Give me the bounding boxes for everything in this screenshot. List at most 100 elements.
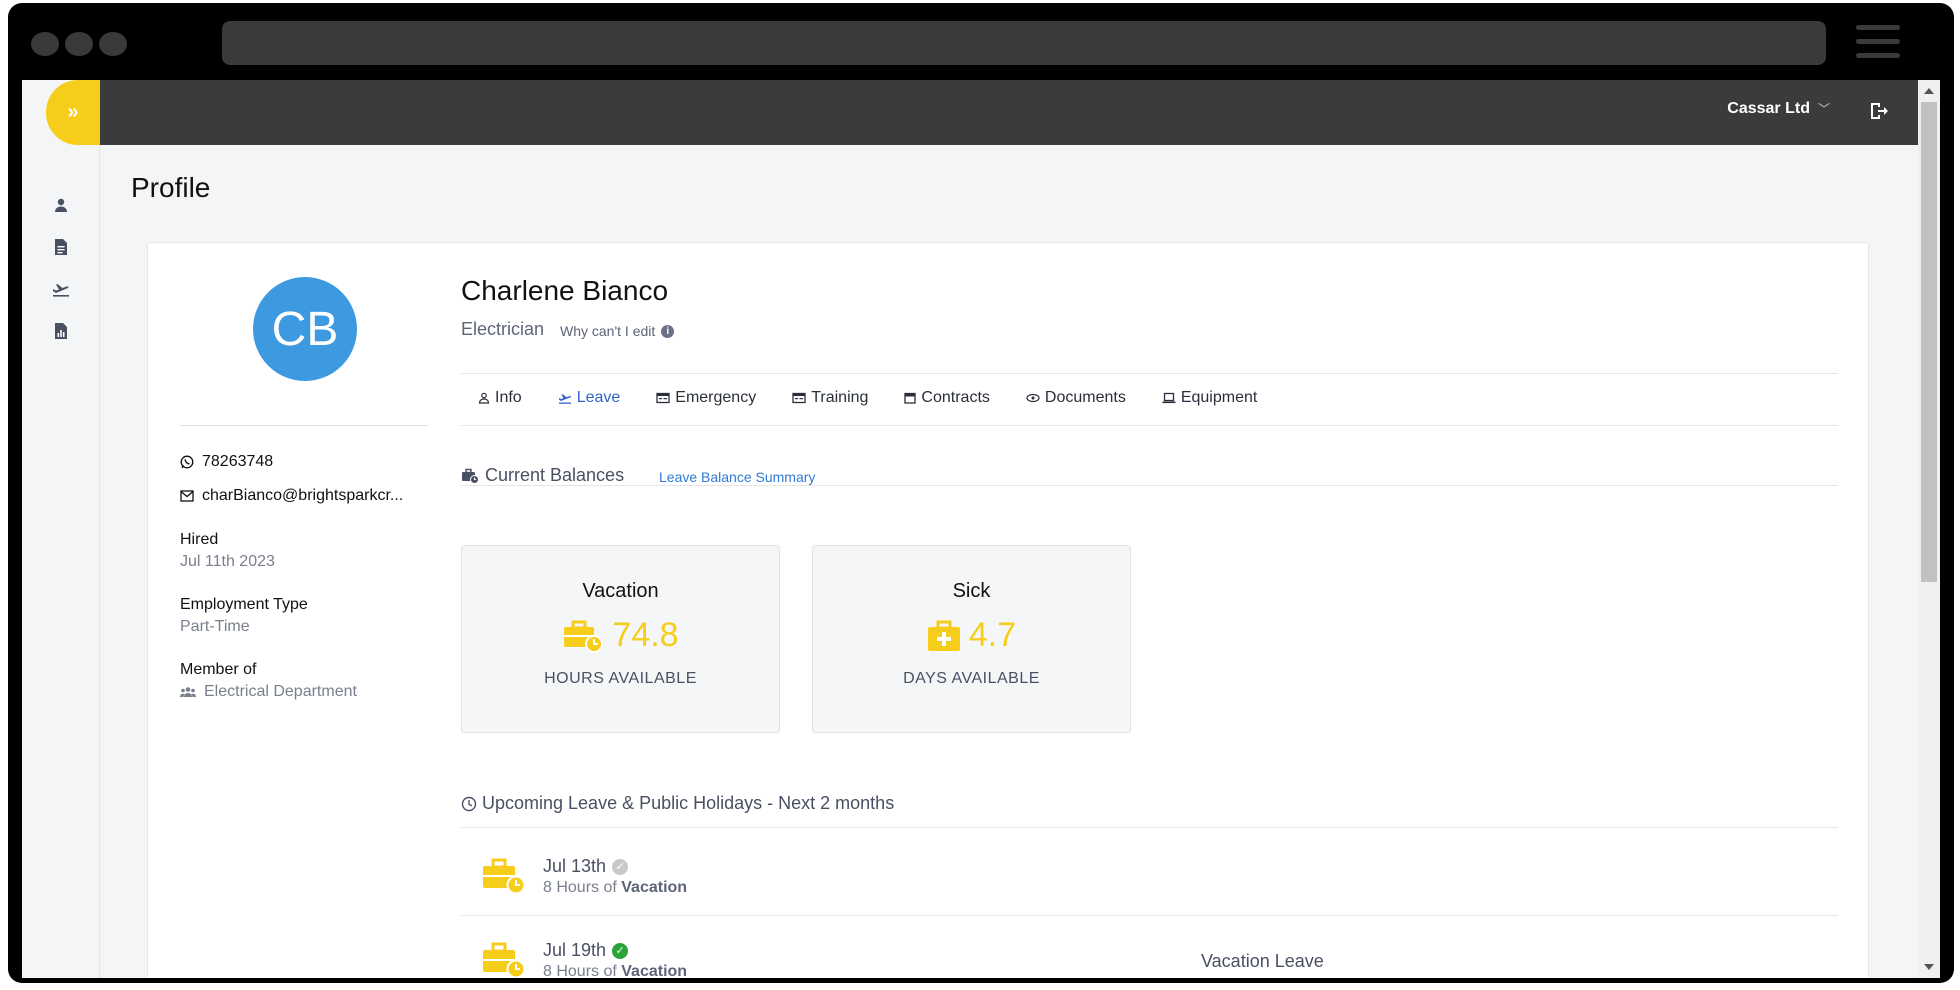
briefcase-clock-icon <box>462 468 479 484</box>
tile-value: 74.8 <box>612 616 679 654</box>
briefcase-clock-icon <box>483 858 526 895</box>
sick-balance-tile: Sick 4.7 DAYS AVAILABLE <box>812 545 1131 733</box>
sidebar: » <box>22 80 100 978</box>
mail-icon <box>180 490 194 502</box>
employee-name: Charlene Bianco <box>461 275 669 306</box>
chevron-down-icon: ﹀ <box>1817 102 1830 116</box>
tab-emergency[interactable]: Emergency <box>656 389 756 407</box>
tab-label: Emergency <box>675 389 757 406</box>
tab-label: Leave <box>576 389 621 406</box>
upcoming-leave-heading: Upcoming Leave & Public Holidays - Next … <box>461 793 894 814</box>
calendar-icon <box>904 392 917 404</box>
tab-equipment[interactable]: Equipment <box>1162 389 1257 407</box>
scroll-up-arrow-icon[interactable] <box>1924 88 1934 94</box>
page-title: Profile <box>131 172 211 203</box>
tab-label: Documents <box>1044 389 1126 406</box>
window-dot <box>99 32 127 56</box>
leave-type: Vacation <box>621 963 688 978</box>
member-of-row: Electrical Department <box>180 683 357 701</box>
id-card-icon <box>792 392 806 404</box>
tab-contracts[interactable]: Contracts <box>904 389 990 407</box>
leave-date: Jul 19th <box>543 940 607 960</box>
approved-check-icon: ✓ <box>612 942 629 959</box>
tile-unit: DAYS AVAILABLE <box>903 670 1040 687</box>
tab-label: Training <box>811 389 869 406</box>
phone-row[interactable]: 78263748 <box>180 453 273 471</box>
tile-value: 4.7 <box>968 616 1017 654</box>
double-chevron-right-icon[interactable]: » <box>46 80 100 145</box>
email-row[interactable]: charBianco@brightsparkcr... <box>180 487 403 505</box>
tab-info[interactable]: Info <box>478 389 522 407</box>
divider <box>180 425 428 426</box>
app-screen: » Cassar Ltd ﹀ Profile CB 78263748 charB… <box>22 80 1940 978</box>
why-cant-edit-link[interactable]: Why can't I edit i <box>560 323 675 339</box>
tab-label: Contracts <box>921 389 990 406</box>
email-address: charBianco@brightsparkcr... <box>202 487 404 504</box>
tile-value-row: 4.7 <box>813 616 1130 655</box>
address-bar[interactable] <box>222 21 1826 65</box>
employment-type-value: Part-Time <box>180 618 250 635</box>
tile-value-row: 74.8 <box>462 616 779 655</box>
hired-value: Jul 11th 2023 <box>180 553 275 570</box>
company-name: Cassar Ltd <box>1727 100 1810 117</box>
divider <box>461 373 1838 374</box>
divider <box>461 827 1838 828</box>
leave-balance-summary-link[interactable]: Leave Balance Summary <box>659 469 815 485</box>
member-of-label: Member of <box>180 661 257 678</box>
leave-hours: 8 Hours of <box>543 879 617 896</box>
tile-title: Sick <box>952 580 991 602</box>
leave-date-row: Jul 13th ✓ <box>543 856 629 877</box>
divider <box>461 485 1838 486</box>
laptop-icon <box>1162 392 1176 404</box>
divider <box>461 425 1838 426</box>
scroll-down-arrow-icon[interactable] <box>1924 964 1934 970</box>
list-item[interactable]: Jul 13th ✓ 8 Hours of Vacation <box>481 856 1831 917</box>
profile-card: CB 78263748 charBianco@brightsparkcr... … <box>147 242 1869 978</box>
company-switcher[interactable]: Cassar Ltd ﹀ <box>1727 100 1830 118</box>
eye-icon <box>1026 393 1040 403</box>
clock-icon <box>461 796 477 811</box>
tab-documents[interactable]: Documents <box>1026 389 1126 407</box>
hamburger-menu-icon[interactable] <box>1856 25 1900 61</box>
id-card-icon <box>656 392 670 404</box>
profile-tabs: Info Leave Emergency Training Contracts … <box>478 389 1293 407</box>
scroll-thumb[interactable] <box>1921 102 1937 582</box>
tab-label: Info <box>495 389 522 406</box>
tab-leave[interactable]: Leave <box>558 389 621 407</box>
person-icon[interactable] <box>50 194 72 216</box>
airplane-departure-icon[interactable] <box>50 278 72 300</box>
person-icon <box>478 392 490 404</box>
medical-briefcase-icon <box>927 620 960 651</box>
employee-role: Electrician <box>461 319 545 339</box>
leave-note: Vacation Leave <box>1201 951 1324 971</box>
upcoming-leave-label: Upcoming Leave & Public Holidays - Next … <box>482 793 895 813</box>
logout-icon[interactable] <box>1868 100 1890 122</box>
tile-unit: HOURS AVAILABLE <box>544 670 697 687</box>
window-dot <box>65 32 93 56</box>
list-item[interactable]: Jul 19th ✓ 8 Hours of Vacation Vacation … <box>481 940 1831 978</box>
window-dot <box>31 32 59 56</box>
divider <box>461 915 1838 916</box>
vacation-balance-tile: Vacation 74.8 HOURS AVAILABLE <box>461 545 780 733</box>
report-chart-icon[interactable] <box>50 320 72 342</box>
member-of-value: Electrical Department <box>204 683 357 700</box>
document-icon[interactable] <box>50 236 72 258</box>
scrollbar[interactable] <box>1918 80 1940 978</box>
employment-type-label: Employment Type <box>180 596 308 613</box>
hired-label: Hired <box>180 531 219 548</box>
leave-type: Vacation <box>621 879 688 896</box>
airplane-departure-icon <box>558 394 571 404</box>
leave-date-row: Jul 19th ✓ <box>543 940 629 961</box>
tile-title: Vacation <box>582 580 659 602</box>
leave-detail: 8 Hours of Vacation <box>543 963 687 978</box>
leave-detail: 8 Hours of Vacation <box>543 879 687 897</box>
top-bar: Cassar Ltd ﹀ <box>100 80 1918 145</box>
current-balances-heading: Current Balances <box>461 465 624 486</box>
phone-number: 78263748 <box>202 453 274 470</box>
leave-date: Jul 13th <box>543 856 607 876</box>
group-icon <box>180 687 196 697</box>
why-cant-edit-text: Why can't I edit <box>560 323 656 339</box>
info-icon[interactable]: i <box>661 324 675 338</box>
avatar: CB <box>253 277 357 381</box>
tab-training[interactable]: Training <box>792 389 868 407</box>
